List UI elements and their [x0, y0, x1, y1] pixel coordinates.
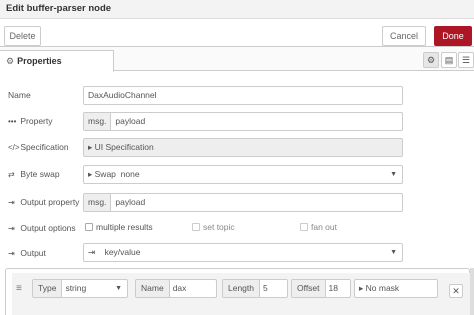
- output-options-label: ⇥ Output options: [8, 223, 76, 233]
- output-select[interactable]: ⇥ key/value ▼: [83, 243, 403, 262]
- property-value: payload: [115, 116, 146, 126]
- chevron-down-icon: ▼: [115, 285, 122, 292]
- type-prefix: Type: [33, 280, 63, 297]
- done-button[interactable]: Done: [434, 26, 472, 46]
- remove-row-icon[interactable]: ✕: [449, 284, 463, 298]
- output-label: ⇥ Output: [8, 248, 46, 258]
- output-msg-prefix[interactable]: msg.: [84, 194, 112, 211]
- delete-button[interactable]: Delete: [4, 26, 41, 46]
- byte-swap-select[interactable]: ▸ Swap none ▼: [83, 165, 403, 184]
- specification-input[interactable]: ▸ UI Specification: [83, 138, 403, 157]
- msg-prefix[interactable]: msg.: [84, 113, 112, 130]
- name-value: dax: [172, 283, 187, 293]
- swap-icon: ⇄: [8, 170, 15, 179]
- output-value: key/value: [104, 247, 141, 257]
- length-prefix: Length: [223, 280, 260, 297]
- name-label: Name: [8, 90, 31, 100]
- description-icon[interactable]: ▤: [441, 52, 457, 68]
- list-item: ≡ Type string ▼ Name dax Length 5 Offset 18 …: [12, 273, 471, 315]
- fan-out-checkbox[interactable]: fan out: [300, 222, 337, 232]
- node-properties-gear-icon[interactable]: ⚙: [423, 52, 439, 68]
- name-prefix: Name: [136, 280, 170, 297]
- output-arrow-icon: ⇥: [8, 249, 15, 258]
- output-type-icon: ⇥: [88, 247, 96, 257]
- mask-value: ▸ No mask: [359, 283, 400, 293]
- offset-value: 18: [328, 283, 338, 293]
- property-input[interactable]: msg. payload: [83, 112, 403, 131]
- appearance-icon[interactable]: ☰: [458, 52, 474, 68]
- ellipsis-icon: •••: [8, 117, 17, 126]
- cancel-button[interactable]: Cancel: [382, 26, 426, 46]
- scrollbar[interactable]: [470, 268, 474, 315]
- specification-label: </> Specification: [8, 142, 69, 152]
- drag-handle-icon[interactable]: ≡: [16, 283, 22, 294]
- output-property-input[interactable]: msg. payload: [83, 193, 403, 212]
- tab-bar: ⚙ Properties ⚙ ▤ ☰: [0, 47, 474, 72]
- output-property-label: ⇥ Output property: [8, 197, 80, 207]
- chevron-down-icon: ▼: [390, 249, 397, 256]
- checkbox-box: [85, 223, 93, 231]
- property-label: ••• Property: [8, 116, 53, 126]
- length-value: 5: [263, 283, 268, 293]
- checkbox-box: [192, 223, 200, 231]
- length-field[interactable]: Length 5: [222, 279, 288, 298]
- tab-properties-label: Properties: [17, 56, 62, 66]
- checkbox-box: [300, 223, 308, 231]
- name-field[interactable]: Name dax: [135, 279, 217, 298]
- output-property-value: payload: [115, 197, 146, 207]
- set-topic-checkbox[interactable]: set topic: [192, 222, 235, 232]
- code-icon: </>: [8, 143, 20, 152]
- output-options-icon: ⇥: [8, 224, 15, 233]
- offset-field[interactable]: Offset 18: [291, 279, 351, 298]
- multiple-results-checkbox[interactable]: multiple results: [85, 222, 153, 232]
- dialog-title: Edit buffer-parser node: [6, 3, 112, 14]
- dialog-titlebar: Edit buffer-parser node: [0, 0, 474, 19]
- byte-swap-label: ⇄ Byte swap: [8, 169, 60, 179]
- output-icon: ⇥: [8, 198, 15, 207]
- specification-value: ▸ UI Specification: [88, 142, 154, 152]
- tab-properties[interactable]: ⚙ Properties: [0, 50, 114, 72]
- type-select[interactable]: Type string ▼: [32, 279, 128, 298]
- byte-swap-value: none: [120, 169, 140, 179]
- mask-select[interactable]: ▸ No mask: [354, 279, 438, 298]
- gear-icon: ⚙: [6, 56, 15, 66]
- chevron-down-icon: ▼: [390, 171, 397, 178]
- offset-prefix: Offset: [292, 280, 326, 297]
- name-input[interactable]: DaxAudioChannel: [83, 86, 403, 105]
- byte-swap-prefix: ▸ Swap: [88, 169, 116, 179]
- spec-list: ≡ Type string ▼ Name dax Length 5 Offset 18 …: [5, 268, 471, 315]
- type-value: string: [65, 283, 87, 293]
